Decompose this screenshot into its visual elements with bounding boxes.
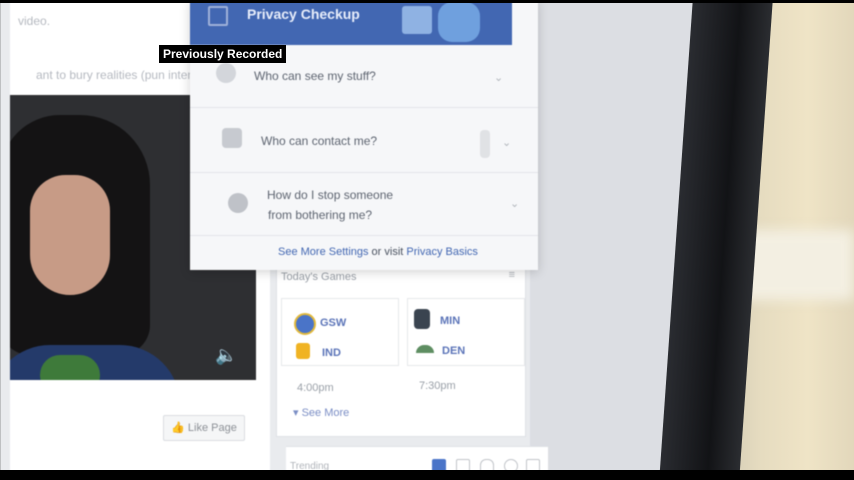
see-more-link[interactable]: ▾ See More <box>293 406 349 419</box>
team-name: IND <box>322 347 341 359</box>
monitor-screen: video. ant to bury realities (pun intend… <box>0 0 720 480</box>
game-card[interactable]: GSW IND <box>281 298 399 366</box>
warriors-logo-icon <box>294 313 316 335</box>
chevron-down-icon: ⌄ <box>502 137 512 149</box>
lock-icon <box>216 63 236 83</box>
game-time: 7:30pm <box>419 380 456 392</box>
privacy-checkup-panel: Privacy Checkup Who can see my stuff? ⌄ … <box>190 0 538 270</box>
privacy-row-label: How do I stop someone <box>267 188 394 202</box>
privacy-shortcut-icon <box>208 6 228 26</box>
team-name: MIN <box>440 315 461 327</box>
more-options-icon[interactable]: ≡ <box>509 269 515 281</box>
privacy-footer: See More Settings or visit Privacy Basic… <box>278 246 478 258</box>
team-name: DEN <box>442 345 466 357</box>
privacy-checkup-title[interactable]: Privacy Checkup <box>247 6 360 22</box>
team-name: GSW <box>320 317 347 329</box>
photo-stage: video. ant to bury realities (pun intend… <box>0 0 854 480</box>
people-icon <box>222 128 242 148</box>
game-card[interactable]: MIN DEN <box>407 298 525 366</box>
thumbs-up-icon: 👍 <box>171 422 185 434</box>
mute-icon[interactable]: 🔈 <box>215 345 237 366</box>
privacy-row-label: Who can see my stuff? <box>254 69 376 83</box>
letterbox-top <box>0 0 854 3</box>
timberwolves-logo-icon <box>414 309 430 329</box>
video-person-scarf <box>40 355 100 380</box>
chevron-down-icon: ⌄ <box>510 198 520 210</box>
illustration-icon <box>480 130 490 158</box>
broadcast-caption: Previously Recorded <box>159 45 287 63</box>
privacy-basics-link[interactable]: Privacy Basics <box>406 246 478 258</box>
like-page-button[interactable]: 👍 Like Page <box>163 415 245 441</box>
post-text-line: video. <box>18 14 51 28</box>
games-title: Today's Games <box>281 271 357 283</box>
see-more-label: See More <box>301 407 350 419</box>
privacy-row-stop-bothering[interactable]: How do I stop someone from bothering me?… <box>190 173 538 236</box>
dinosaur-illustration-icon <box>438 2 480 42</box>
nuggets-logo-icon <box>416 345 434 353</box>
video-person-face <box>30 175 110 295</box>
privacy-row-label: Who can contact me? <box>261 134 378 148</box>
game-time: 4:00pm <box>297 382 334 394</box>
todays-games-widget: Today's Games ≡ GSW IND 4:00pm MIN DEN 7… <box>276 265 526 437</box>
privacy-row-label: from bothering me? <box>268 208 373 222</box>
like-page-label: Like Page <box>187 422 237 434</box>
block-icon <box>228 193 248 213</box>
privacy-checkup-header: Privacy Checkup <box>190 0 512 45</box>
privacy-row-who-can-contact[interactable]: Who can contact me? ⌄ <box>190 108 538 173</box>
see-more-settings-link[interactable]: See More Settings <box>278 246 369 258</box>
background-light <box>740 230 854 300</box>
letterbox-bottom <box>0 470 854 480</box>
chevron-down-icon: ⌄ <box>494 72 504 84</box>
footer-connector-text: or visit <box>368 246 407 258</box>
laptop-illustration-icon <box>402 6 432 34</box>
pacers-logo-icon <box>296 343 310 359</box>
